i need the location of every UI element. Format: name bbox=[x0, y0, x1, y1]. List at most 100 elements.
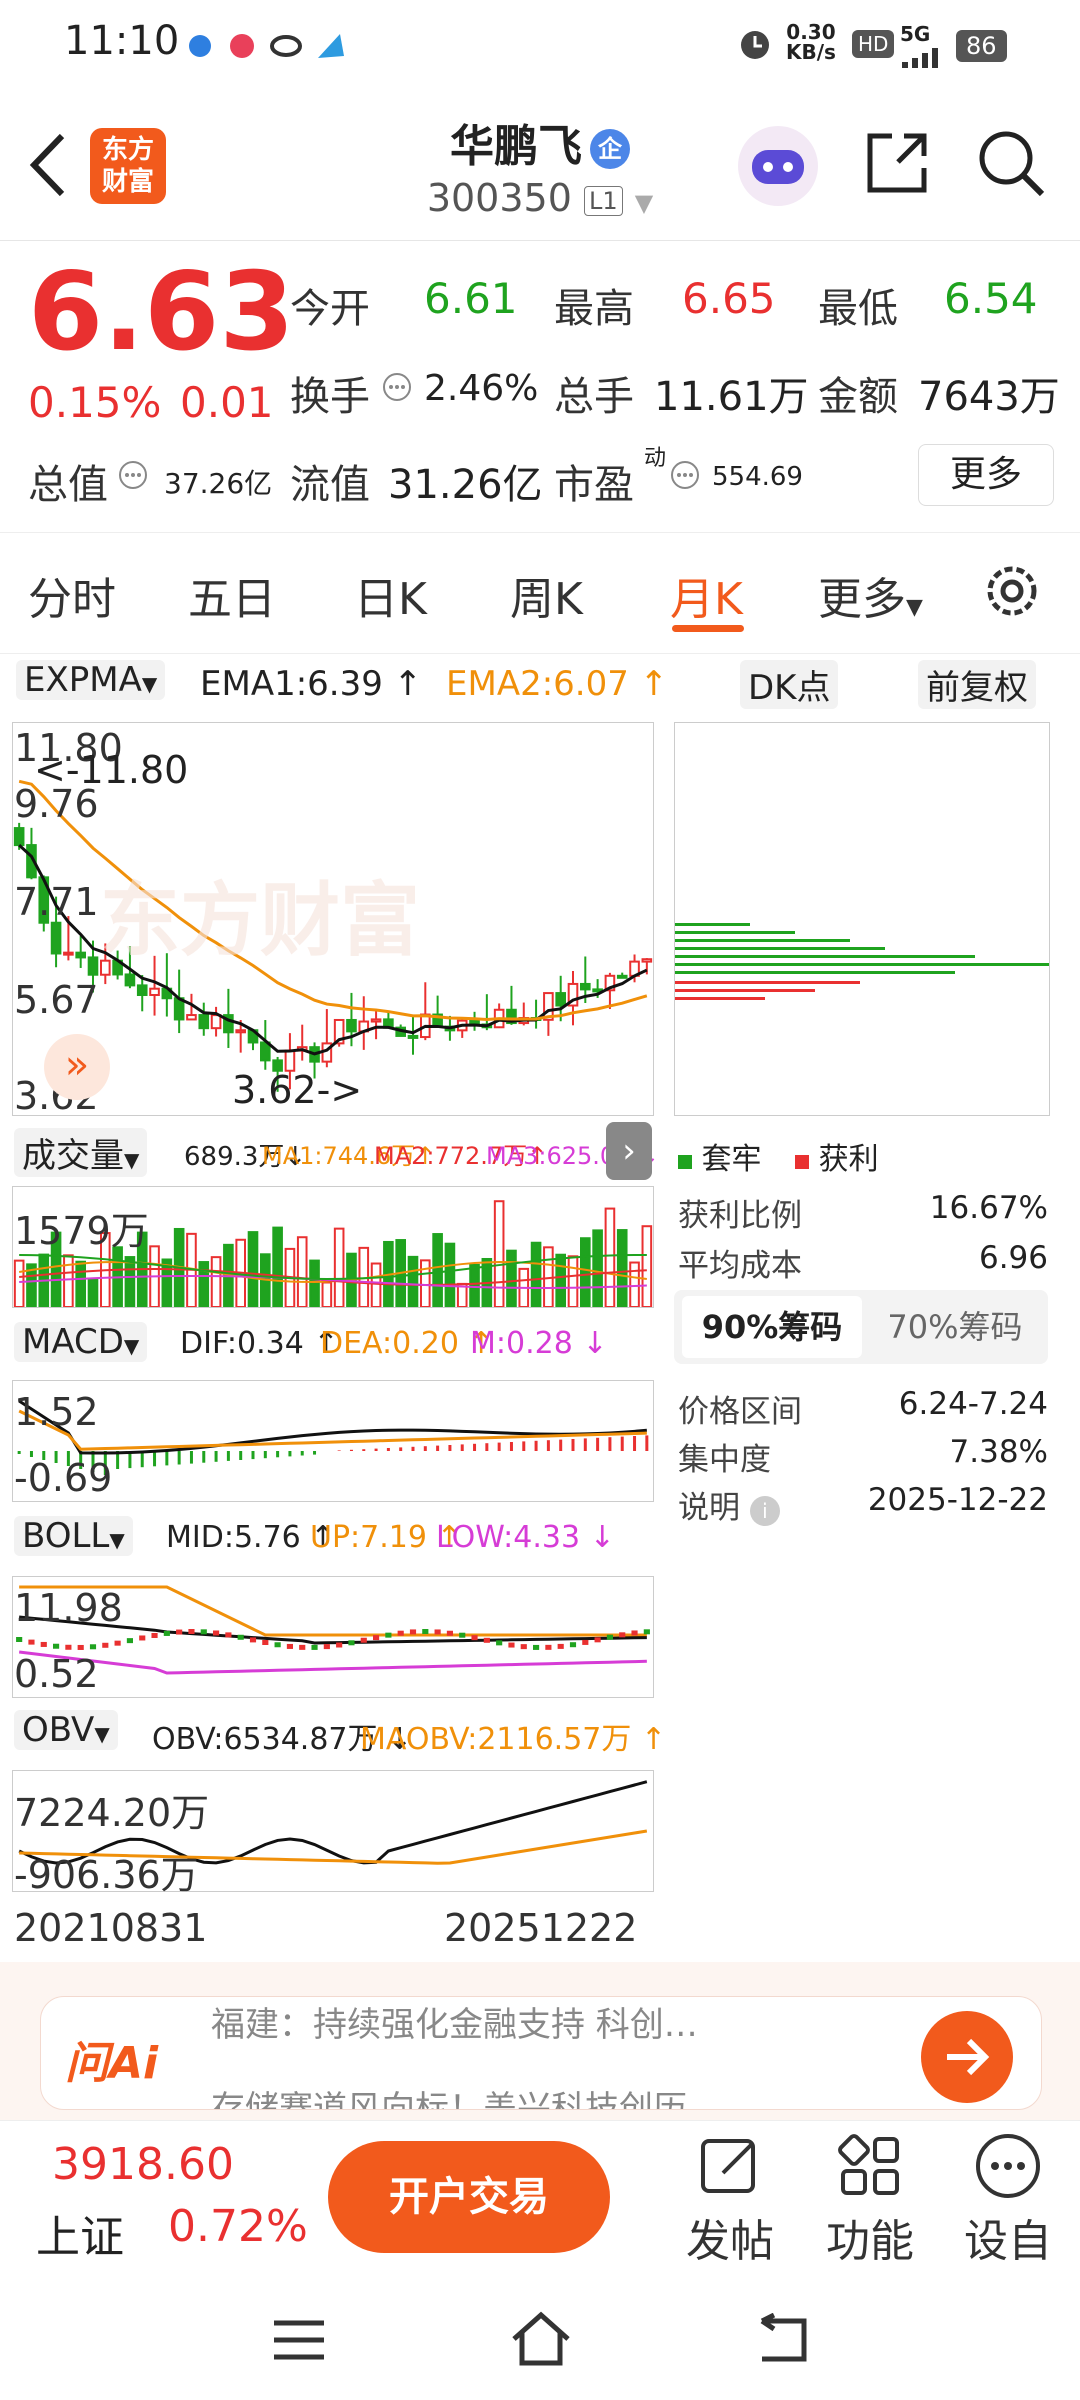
function-button[interactable]: 功能 bbox=[810, 2131, 930, 2269]
avg-cost-label: 平均成本 bbox=[678, 1248, 802, 1284]
ai-news-card[interactable]: 问Ai 福建：持续强化金融支持 科创… 存储赛道风向标！盖兴科技创历 bbox=[40, 1996, 1042, 2110]
tab-weekly-k[interactable]: 周K bbox=[510, 563, 583, 627]
volume-bar bbox=[309, 1259, 320, 1309]
info-dots-icon[interactable] bbox=[118, 460, 148, 494]
triangle-down-icon: ▼ bbox=[94, 1722, 110, 1746]
concentration-value: 7.38% bbox=[949, 1434, 1048, 1470]
stock-name: 华鹏飞 bbox=[450, 121, 582, 172]
info-dots-icon[interactable] bbox=[670, 460, 700, 494]
mktcap-label: 总值 bbox=[28, 462, 108, 508]
volume-bar bbox=[296, 1236, 308, 1308]
candle-body bbox=[555, 992, 567, 1007]
menu-icon[interactable] bbox=[270, 2315, 330, 2365]
amount-label: 金额 bbox=[818, 374, 898, 420]
custom-button[interactable]: 设自 bbox=[948, 2131, 1068, 2269]
tab-five-day[interactable]: 五日 bbox=[188, 563, 276, 627]
candle-body bbox=[50, 921, 62, 955]
obv-axis-bottom: -906.36万 bbox=[14, 1853, 199, 1897]
pe-label: 市盈 bbox=[554, 462, 634, 508]
settings-gear-icon[interactable] bbox=[980, 559, 1044, 627]
open-label: 今开 bbox=[290, 286, 370, 332]
index-change[interactable]: 0.72% bbox=[168, 2201, 308, 2252]
volume-bar bbox=[87, 1278, 99, 1309]
volume-bar bbox=[567, 1255, 579, 1309]
info-icon[interactable]: i bbox=[749, 1496, 780, 1526]
search-icon[interactable] bbox=[976, 128, 1048, 204]
tab-monthly-k[interactable]: 月K bbox=[670, 563, 743, 627]
turnover-label: 换手 bbox=[290, 374, 370, 420]
volume-bar bbox=[555, 1253, 567, 1309]
arrow-right-icon[interactable] bbox=[921, 2011, 1013, 2103]
tab-more[interactable]: 更多▼ bbox=[818, 563, 923, 627]
low-value: 6.54 bbox=[944, 274, 1038, 323]
volume-indicator-select[interactable]: 成交量▼ bbox=[14, 1128, 148, 1177]
signal-icon: 5G bbox=[900, 22, 944, 70]
dk-point-toggle[interactable]: DK点 bbox=[740, 660, 839, 709]
home-icon[interactable] bbox=[508, 2309, 574, 2369]
volume-bar bbox=[321, 1281, 333, 1308]
ai-news-line-1: 福建：持续强化金融支持 科创… bbox=[211, 2005, 698, 2045]
boll-candle bbox=[471, 1635, 478, 1641]
note-date: 2025-12-22 bbox=[867, 1482, 1048, 1518]
back-nav-icon[interactable] bbox=[752, 2313, 812, 2367]
profit-ratio-value: 16.67% bbox=[929, 1190, 1048, 1226]
watermark: 东方财富 bbox=[100, 874, 420, 967]
more-quote-button[interactable]: 更多 bbox=[918, 444, 1054, 506]
boll-indicator-label: BOLL bbox=[22, 1516, 110, 1556]
boll-candle bbox=[249, 1637, 257, 1643]
custom-label: 设自 bbox=[964, 2216, 1052, 2267]
index-value[interactable]: 3918.60 bbox=[52, 2139, 234, 2190]
obv-axis-top: 7224.20万 bbox=[14, 1791, 210, 1835]
boll-candle bbox=[409, 1629, 417, 1635]
boll-candle bbox=[299, 1644, 306, 1650]
expand-arrow-icon[interactable]: » bbox=[44, 1034, 110, 1100]
boll-candle bbox=[126, 1638, 133, 1644]
boll-candle bbox=[28, 1639, 35, 1645]
boll-candle bbox=[336, 1642, 343, 1648]
chevron-down-icon: ▼ bbox=[634, 189, 654, 217]
tab-more-label: 更多 bbox=[818, 574, 906, 625]
tab-90-chips[interactable]: 90%筹码 bbox=[682, 1296, 862, 1358]
boll-candle bbox=[163, 1630, 170, 1636]
boll-candle bbox=[557, 1643, 564, 1649]
ai-news-line-2: 存储赛道风向标！盖兴科技创历 bbox=[211, 2089, 687, 2110]
index-name[interactable]: 上证 bbox=[36, 2201, 124, 2265]
post-button[interactable]: 发帖 bbox=[670, 2131, 790, 2269]
ai-logo: 问Ai bbox=[65, 2038, 159, 2089]
post-label: 发帖 bbox=[686, 2216, 774, 2267]
boll-candle bbox=[643, 1629, 650, 1635]
volume-bar bbox=[210, 1256, 222, 1308]
ai-news-banner[interactable]: 问Ai 福建：持续强化金融支持 科创… 存储赛道风向标！盖兴科技创历 bbox=[0, 1962, 1080, 2120]
boll-candle bbox=[114, 1640, 121, 1646]
main-indicator-label: EXPMA bbox=[24, 660, 142, 700]
float-label: 流值 bbox=[290, 462, 370, 508]
mktcap-value: 37.26亿 bbox=[164, 467, 273, 500]
boll-candle bbox=[262, 1639, 269, 1645]
volume-bar bbox=[432, 1233, 443, 1308]
float-value: 31.26亿 bbox=[388, 462, 543, 508]
adjust-select[interactable]: 前复权 bbox=[918, 660, 1036, 709]
ai-assistant-avatar[interactable] bbox=[738, 126, 818, 206]
obv-indicator-select[interactable]: OBV▼ bbox=[14, 1710, 118, 1750]
maobv-value: MAOBV:2116.57万 ↑ bbox=[360, 1722, 667, 1757]
notification-icons bbox=[188, 28, 344, 68]
open-account-trade-button[interactable]: 开户交易 bbox=[328, 2141, 610, 2253]
macd-dea: DEA:0.20 ↑ bbox=[320, 1326, 494, 1361]
macd-indicator-select[interactable]: MACD▼ bbox=[14, 1322, 148, 1362]
volume-label: 总手 bbox=[554, 374, 634, 420]
boll-indicator-select[interactable]: BOLL▼ bbox=[14, 1516, 133, 1556]
info-dots-icon[interactable] bbox=[382, 372, 412, 406]
tab-intraday[interactable]: 分时 bbox=[28, 563, 116, 627]
candle-body bbox=[186, 1014, 197, 1021]
profit-legend-label: 获利 bbox=[818, 1142, 879, 1177]
boll-axis-bottom: 0.52 bbox=[14, 1652, 99, 1696]
edit-icon bbox=[701, 2139, 755, 2193]
boll-candle bbox=[200, 1629, 207, 1635]
main-indicator-select[interactable]: EXPMA▼ bbox=[16, 660, 166, 700]
share-icon[interactable] bbox=[862, 128, 932, 202]
kline-min-marker: 3.62-> bbox=[232, 1068, 363, 1112]
chevron-right-icon[interactable]: › bbox=[606, 1122, 652, 1180]
boll-candle bbox=[631, 1630, 638, 1636]
tab-daily-k[interactable]: 日K bbox=[354, 563, 427, 627]
tab-70-chips[interactable]: 70%筹码 bbox=[870, 1296, 1040, 1358]
